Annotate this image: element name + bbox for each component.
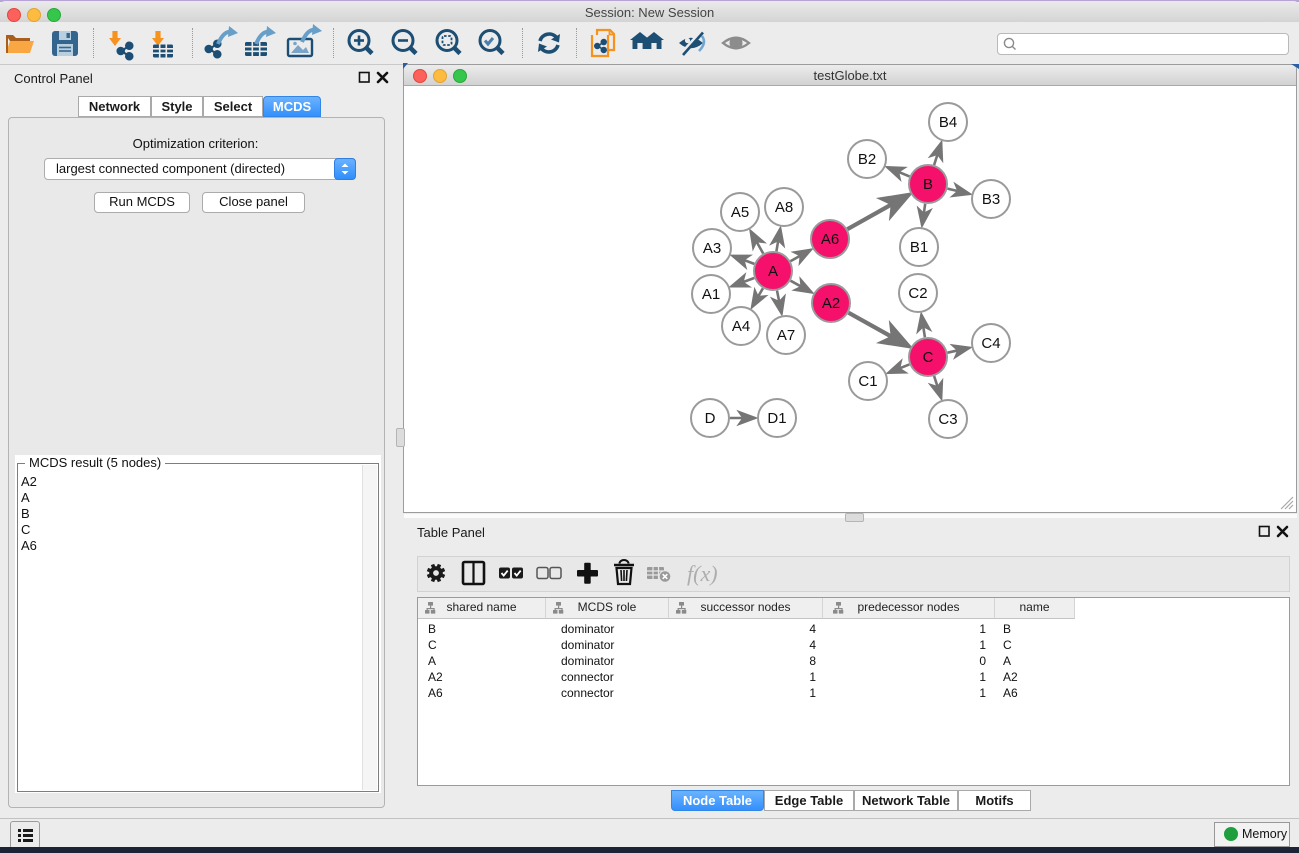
svg-text:D1: D1 <box>767 410 786 427</box>
svg-text:A5: A5 <box>731 204 749 221</box>
svg-text:B2: B2 <box>858 151 876 168</box>
svg-text:A3: A3 <box>703 240 721 257</box>
svg-text:A2: A2 <box>822 295 840 312</box>
svg-text:C3: C3 <box>938 411 957 428</box>
svg-text:A1: A1 <box>702 286 720 303</box>
svg-text:f(x): f(x) <box>687 561 718 586</box>
svg-text:C2: C2 <box>908 285 927 302</box>
svg-text:D: D <box>705 410 716 427</box>
svg-text:A6: A6 <box>821 231 839 248</box>
svg-text:A7: A7 <box>777 327 795 344</box>
svg-text:A: A <box>768 263 778 280</box>
svg-text:B4: B4 <box>939 114 957 131</box>
svg-text:C: C <box>923 349 934 366</box>
svg-text:B1: B1 <box>910 239 928 256</box>
svg-text:B: B <box>923 176 933 193</box>
svg-text:C4: C4 <box>981 335 1000 352</box>
svg-text:C1: C1 <box>858 373 877 390</box>
svg-text:B3: B3 <box>982 191 1000 208</box>
svg-text:A8: A8 <box>775 199 793 216</box>
svg-text:A4: A4 <box>732 318 750 335</box>
